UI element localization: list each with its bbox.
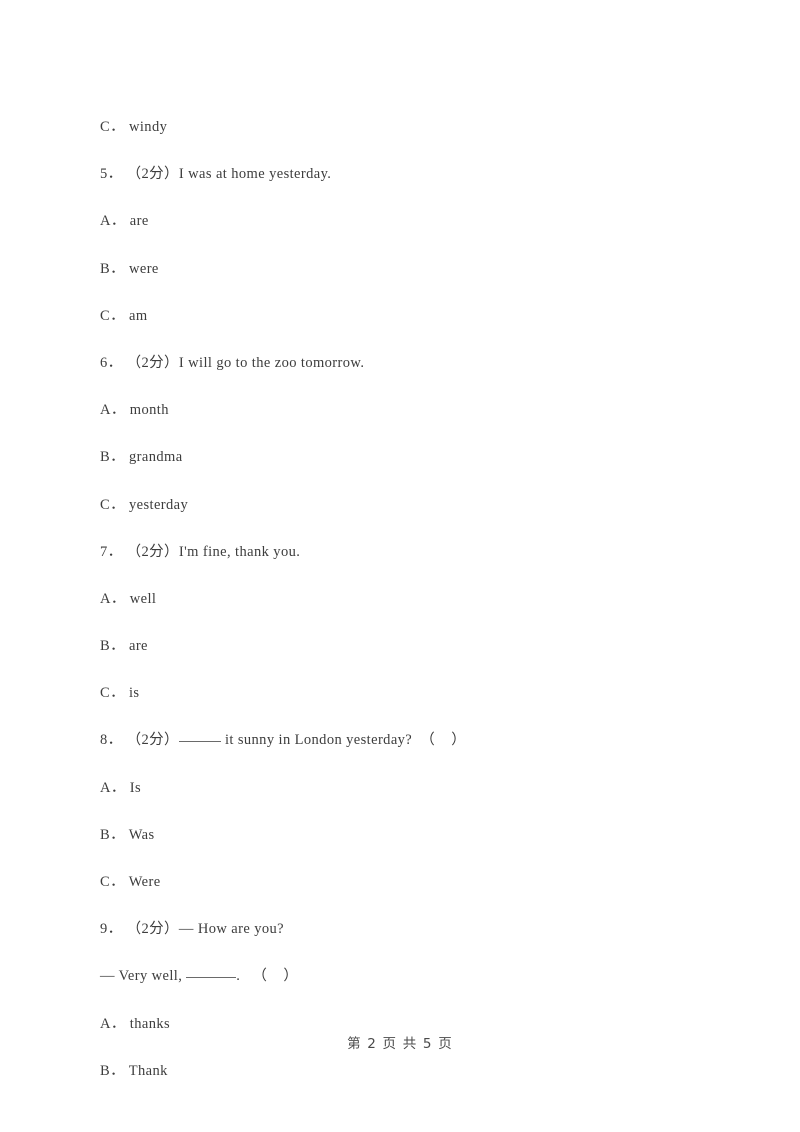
question-text: 9． （2分）— How are you? xyxy=(100,921,284,938)
option-text: B． were xyxy=(100,260,159,277)
option-text: A． Is xyxy=(100,779,142,796)
question-7-option-c: C． is xyxy=(100,670,720,717)
option-line-c-windy: C． windy xyxy=(100,104,720,151)
question-text: 8． （2分） xyxy=(100,732,179,749)
option-text: B． grandma xyxy=(100,449,183,466)
option-text: A． thanks xyxy=(100,1015,171,1032)
option-text: A． month xyxy=(100,402,169,419)
option-text: C． Were xyxy=(100,874,161,890)
question-text-continued: it sunny in London yesterday? （ ） xyxy=(220,732,467,749)
question-6-option-a: A． month xyxy=(100,387,720,434)
page-footer: 第 2 页 共 5 页 xyxy=(347,1036,453,1052)
question-6-option-b: B． grandma xyxy=(100,434,720,481)
question-5: 5． （2分）I was at home yesterday. xyxy=(100,151,720,198)
question-text-continued: . （ ） xyxy=(236,968,299,985)
option-text: A． are xyxy=(100,213,149,230)
option-text: C． windy xyxy=(100,119,168,135)
option-text: C． yesterday xyxy=(100,496,189,513)
answer-blank[interactable] xyxy=(178,741,221,743)
question-list: C． windy 5． （2分）I was at home yesterday.… xyxy=(100,104,720,1095)
question-9-answer-line: — Very well, . （ ） xyxy=(100,953,720,1000)
option-text: B． Was xyxy=(100,826,155,843)
question-8-option-c: C． Were xyxy=(100,859,720,906)
question-7-option-a: A． well xyxy=(100,576,720,623)
question-text: 7． （2分）I'm fine, thank you. xyxy=(100,543,301,560)
question-5-option-c: C． am xyxy=(100,293,720,340)
answer-blank[interactable] xyxy=(186,977,237,979)
question-8-option-b: B． Was xyxy=(100,812,720,859)
question-9: 9． （2分）— How are you? xyxy=(100,906,720,953)
exam-page: C． windy 5． （2分）I was at home yesterday.… xyxy=(0,0,800,1132)
question-7: 7． （2分）I'm fine, thank you. xyxy=(100,529,720,576)
question-7-option-b: B． are xyxy=(100,623,720,670)
question-text: — Very well, xyxy=(100,968,187,985)
option-text: B． Thank xyxy=(100,1062,168,1079)
question-5-option-a: A． are xyxy=(100,198,720,245)
option-text: A． well xyxy=(100,590,157,607)
question-8: 8． （2分） it sunny in London yesterday? （ … xyxy=(100,717,720,764)
question-6: 6． （2分）I will go to the zoo tomorrow. xyxy=(100,340,720,387)
question-text: 6． （2分）I will go to the zoo tomorrow. xyxy=(100,354,365,371)
option-text: B． are xyxy=(100,638,148,655)
question-text: 5． （2分）I was at home yesterday. xyxy=(100,166,332,183)
question-8-option-a: A． Is xyxy=(100,765,720,812)
option-text: C． am xyxy=(100,307,148,324)
option-text: C． is xyxy=(100,685,140,702)
question-6-option-c: C． yesterday xyxy=(100,482,720,529)
question-9-option-b: B． Thank xyxy=(100,1048,720,1095)
question-5-option-b: B． were xyxy=(100,246,720,293)
